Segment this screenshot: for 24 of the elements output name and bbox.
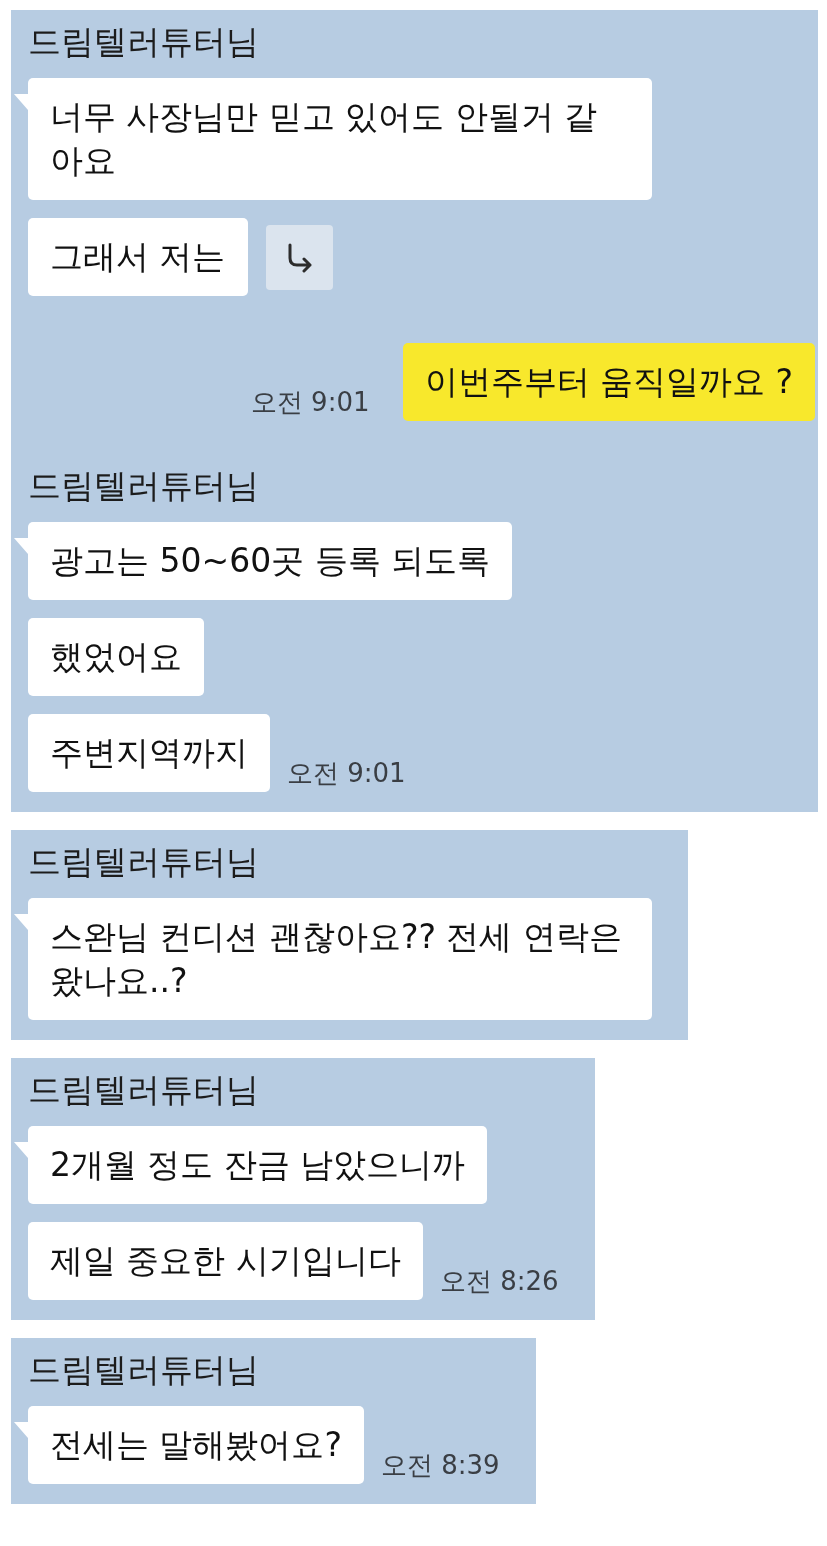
message-bubble: 전세는 말해봤어요? bbox=[28, 1406, 364, 1484]
sender-name: 드림텔러튜터님 bbox=[28, 24, 259, 60]
message-bubble: 그래서 저는 bbox=[28, 218, 248, 296]
message-bubble: 이번주부터 움직일까요 ? bbox=[402, 343, 815, 421]
sender-name: 드림텔러튜터님 bbox=[28, 468, 259, 504]
message-bubble: 제일 중요한 시기입니다 bbox=[28, 1222, 423, 1300]
message-bubble: 2개월 정도 잔금 남았으니까 bbox=[28, 1126, 488, 1204]
timestamp: 오전 9:01 bbox=[250, 388, 370, 416]
message-bubble: 광고는 50~60곳 등록 되도록 bbox=[28, 522, 513, 600]
sender-name: 드림텔러튜터님 bbox=[28, 1352, 259, 1388]
sender-name: 드림텔러튜터님 bbox=[28, 1072, 259, 1108]
bubble-tail-icon bbox=[14, 94, 28, 110]
message-bubble: 너무 사장님만 믿고 있어도 안될거 같아요 bbox=[28, 78, 652, 200]
timestamp: 오전 8:39 bbox=[381, 1451, 500, 1479]
timestamp: 오전 9:01 bbox=[287, 759, 406, 787]
bubble-tail-icon bbox=[14, 914, 28, 930]
bubble-tail-icon bbox=[14, 538, 28, 554]
message-bubble: 했었어요 bbox=[28, 618, 204, 696]
sender-name: 드림텔러튜터님 bbox=[28, 844, 259, 880]
bubble-tail-icon bbox=[14, 1422, 28, 1438]
message-bubble: 스완님 컨디션 괜찮아요?? 전세 연락은 왔나요..? bbox=[28, 898, 652, 1020]
message-bubble: 주변지역까지 bbox=[28, 714, 270, 792]
bubble-tail-icon bbox=[14, 1142, 28, 1158]
timestamp: 오전 8:26 bbox=[440, 1267, 559, 1295]
